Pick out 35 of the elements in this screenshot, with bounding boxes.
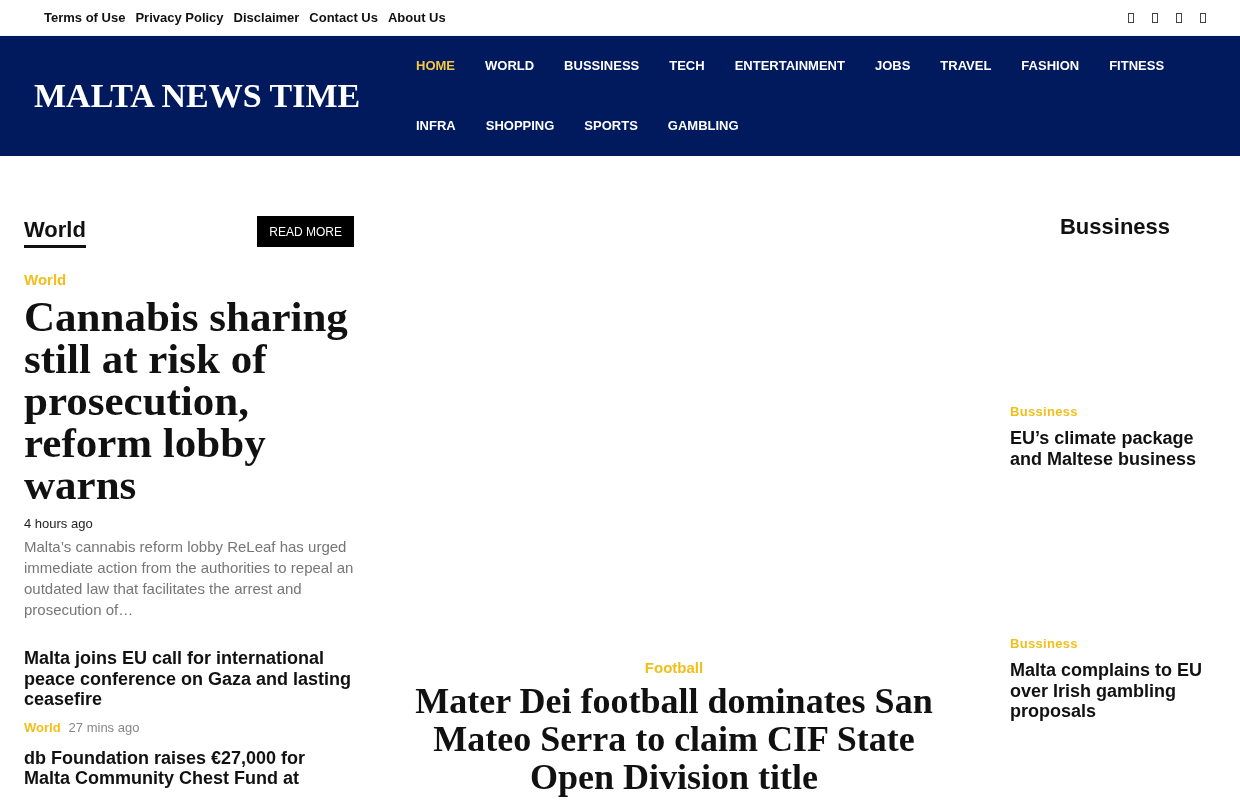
nav-link[interactable]: HOME: [416, 36, 455, 96]
nav-link[interactable]: TRAVEL: [940, 36, 992, 96]
glyph-box-icon[interactable]: [1200, 12, 1206, 23]
article-excerpt: Malta’s cannabis reform lobby ReLeaf has urged immediate action from the authorities to repeal an outdated law that facilitates the arrest and prosecution of…: [24, 537, 354, 620]
nav-link[interactable]: FASHION: [1021, 36, 1080, 96]
article-headline[interactable]: Cannabis sharing still at risk of prosecution, reform lobby warns: [24, 296, 354, 506]
glyph-box-icon[interactable]: [1176, 12, 1182, 23]
footer-link[interactable]: Privacy Policy: [135, 7, 224, 28]
nav-link[interactable]: ENTERTAINMENT: [734, 36, 845, 96]
featured-headline[interactable]: Mater Dei football dominates San Mateo Serra to claim CIF State Open Division title: [396, 682, 952, 796]
nav-link[interactable]: BUSSINESS: [564, 36, 640, 96]
glyph-box-icon[interactable]: [1128, 12, 1134, 23]
nav-link[interactable]: SPORTS: [584, 96, 638, 156]
nav-link[interactable]: FITNESS: [1109, 36, 1165, 96]
nav-link[interactable]: TECH: [669, 36, 705, 96]
article-time: 4 hours ago: [24, 515, 93, 533]
read-more-button[interactable]: READ MORE: [257, 216, 354, 247]
section-title: Bussiness: [1059, 216, 1171, 238]
site-logo[interactable]: MALTA NEWS TIME: [34, 79, 361, 113]
article-headline[interactable]: db Foundation raises €27,000 for Malta Community Chest Fund at: [24, 747, 354, 789]
article-headline[interactable]: Malta complains to EU over Irish gambling proposals: [1010, 660, 1220, 722]
footer-link[interactable]: About Us: [387, 7, 446, 28]
footer-link[interactable]: Terms of Use: [44, 7, 126, 28]
nav-link[interactable]: JOBS: [874, 36, 911, 96]
section-title: World: [24, 216, 86, 248]
article-time: 27 mins ago: [68, 718, 140, 737]
article-headline[interactable]: Malta joins EU call for international peace conference on Gaza and lasting ceasefire: [24, 648, 354, 710]
footer-link[interactable]: Disclaimer: [233, 7, 300, 28]
nav-link[interactable]: INFRA: [416, 96, 456, 156]
glyph-box-icon[interactable]: [1152, 12, 1158, 23]
nav-link[interactable]: GAMBLING: [667, 96, 739, 156]
nav-link[interactable]: WORLD: [485, 36, 535, 96]
nav-link[interactable]: SHOPPING: [485, 96, 555, 156]
footer-link[interactable]: Contact Us: [309, 7, 378, 28]
article-headline[interactable]: EU’s climate package and Maltese business: [1010, 428, 1220, 469]
